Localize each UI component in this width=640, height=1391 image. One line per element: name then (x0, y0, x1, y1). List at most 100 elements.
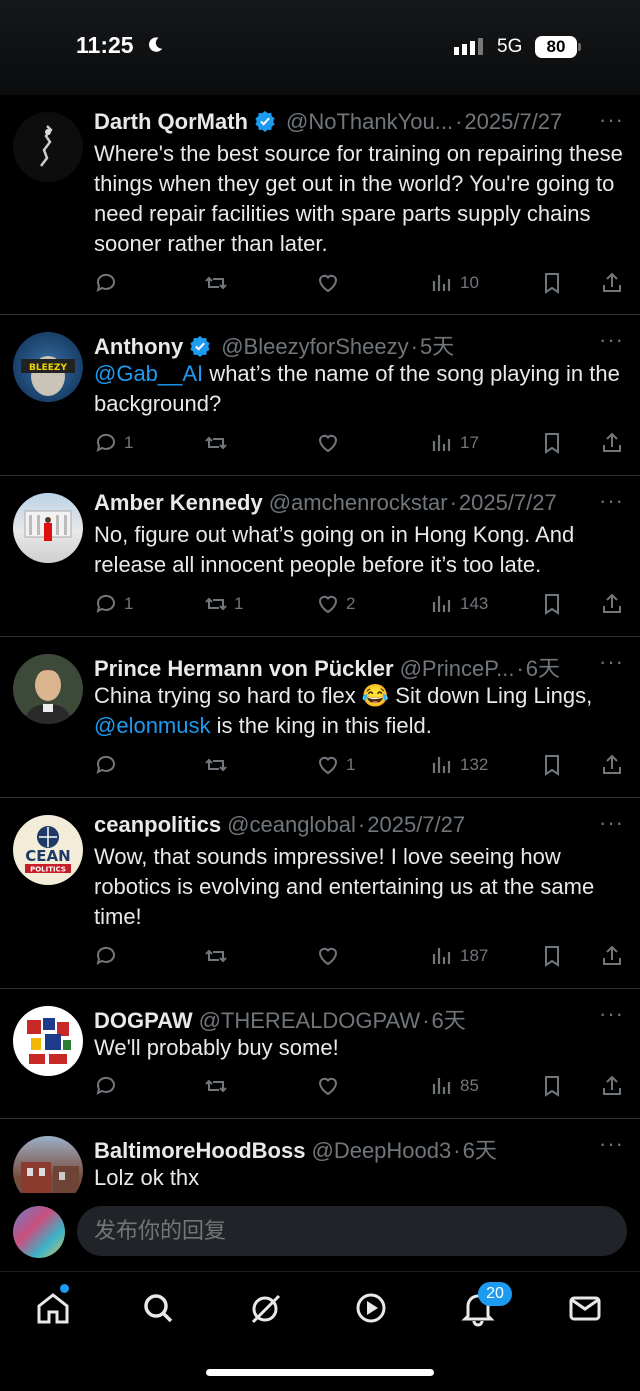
views-button[interactable]: 85 (430, 1071, 479, 1101)
timestamp[interactable]: 5天 (420, 334, 454, 359)
more-options-icon[interactable]: ··· (599, 488, 624, 514)
share-button[interactable] (600, 750, 630, 780)
more-options-icon[interactable]: ··· (599, 810, 624, 836)
avatar[interactable] (13, 1006, 83, 1076)
display-name[interactable]: Amber Kennedy (94, 490, 263, 515)
retweet-button[interactable]: 1 (204, 589, 243, 619)
views-button[interactable]: 143 (430, 589, 488, 619)
like-button[interactable]: 2 (316, 589, 355, 619)
avatar[interactable] (13, 1136, 83, 1193)
more-options-icon[interactable]: ··· (599, 649, 624, 675)
reply-input[interactable] (77, 1206, 627, 1256)
avatar[interactable] (13, 493, 83, 563)
tab-messages[interactable] (565, 1288, 605, 1328)
timestamp[interactable]: 2025/7/27 (459, 490, 557, 515)
avatar[interactable] (13, 1206, 65, 1258)
home-icon (37, 1293, 69, 1324)
handle[interactable]: @THEREALDOGPAW (199, 1008, 421, 1033)
like-button[interactable]: 1 (316, 750, 355, 780)
view-count: 85 (460, 1076, 479, 1095)
reply-button[interactable] (94, 268, 124, 298)
bookmark-button[interactable] (540, 268, 570, 298)
tweet-actions: 1 132 (94, 750, 634, 780)
more-options-icon[interactable]: ··· (599, 1131, 624, 1157)
timestamp[interactable]: 6天 (432, 1008, 466, 1033)
mention-link[interactable]: @Gab__AI (94, 361, 203, 386)
like-button[interactable] (316, 1071, 346, 1101)
bookmark-button[interactable] (540, 941, 570, 971)
retweet-button[interactable] (204, 1071, 234, 1101)
share-button[interactable] (600, 589, 630, 619)
retweet-button[interactable] (204, 428, 234, 458)
avatar[interactable]: CEAN POLITICS (13, 815, 83, 885)
tweet[interactable]: DOGPAW @THEREALDOGPAW·6天 ··· We'll probab… (0, 989, 640, 1119)
home-indicator[interactable] (206, 1369, 434, 1376)
views-button[interactable]: 17 (430, 428, 479, 458)
like-button[interactable] (316, 268, 346, 298)
share-button[interactable] (600, 428, 630, 458)
like-icon (318, 434, 338, 453)
reply-button[interactable]: 1 (94, 589, 133, 619)
bookmark-button[interactable] (540, 750, 570, 780)
views-button[interactable]: 10 (430, 268, 479, 298)
reply-button[interactable] (94, 750, 124, 780)
bookmark-button[interactable] (540, 1071, 570, 1101)
retweet-button[interactable] (204, 268, 234, 298)
mention-link[interactable]: @elonmusk (94, 713, 211, 738)
reply-feed[interactable]: Darth QorMath @NoThankYou...·2025/7/27 ··… (0, 95, 640, 1193)
display-name[interactable]: DOGPAW (94, 1008, 193, 1033)
handle[interactable]: @amchenrockstar (269, 490, 448, 515)
more-options-icon[interactable]: ··· (599, 327, 624, 353)
handle[interactable]: @NoThankYou... (286, 109, 453, 134)
text-segment: Lolz ok thx (94, 1165, 200, 1190)
tab-home[interactable] (33, 1288, 73, 1328)
more-options-icon[interactable]: ··· (599, 107, 624, 133)
handle[interactable]: @BleezyforSheezy (221, 334, 408, 359)
tweet[interactable]: BaltimoreHoodBoss @DeepHood3·6天 ··· Lolz … (0, 1119, 640, 1193)
avatar[interactable] (13, 654, 83, 724)
display-name[interactable]: Anthony (94, 334, 183, 359)
like-button[interactable] (316, 428, 346, 458)
handle[interactable]: @ceanglobal (227, 812, 356, 837)
tweet[interactable]: Darth QorMath @NoThankYou...·2025/7/27 ··… (0, 95, 640, 315)
avatar[interactable]: BLEEZY (13, 332, 83, 402)
bookmark-icon (545, 946, 559, 967)
bookmark-button[interactable] (540, 428, 570, 458)
tweet[interactable]: Amber Kennedy @amchenrockstar·2025/7/27 ·… (0, 476, 640, 637)
retweet-button[interactable] (204, 941, 234, 971)
bookmark-button[interactable] (540, 589, 570, 619)
like-button[interactable] (316, 941, 346, 971)
timestamp[interactable]: 6天 (526, 656, 560, 681)
reply-button[interactable] (94, 941, 124, 971)
handle[interactable]: @PrinceP... (400, 656, 515, 681)
reply-button[interactable] (94, 1071, 124, 1101)
tweet-actions: 1 17 (94, 428, 634, 458)
display-name[interactable]: BaltimoreHoodBoss (94, 1138, 305, 1163)
share-button[interactable] (600, 941, 630, 971)
share-button[interactable] (600, 268, 630, 298)
display-name[interactable]: Darth QorMath (94, 109, 248, 134)
text-segment: Wow, that sounds impressive! I love seei… (94, 844, 595, 929)
tweet[interactable]: CEAN POLITICS ceanpolitics @ceanglobal·202… (0, 798, 640, 989)
tab-video[interactable] (351, 1288, 391, 1328)
tweet[interactable]: Prince Hermann von Pückler @PrinceP...·6天… (0, 637, 640, 798)
retweet-button[interactable] (204, 750, 234, 780)
reply-button[interactable]: 1 (94, 428, 133, 458)
avatar[interactable] (13, 112, 83, 182)
tab-search[interactable] (138, 1288, 178, 1328)
views-button[interactable]: 132 (430, 750, 488, 780)
timestamp[interactable]: 2025/7/27 (367, 812, 465, 837)
more-options-icon[interactable]: ··· (599, 1001, 624, 1027)
tweet[interactable]: BLEEZY Anthony @BleezyforSheezy·5天 ··· @G… (0, 315, 640, 476)
share-button[interactable] (600, 1071, 630, 1101)
view-count: 10 (460, 273, 479, 292)
views-icon (432, 948, 451, 964)
timestamp[interactable]: 2025/7/27 (464, 109, 562, 134)
views-button[interactable]: 187 (430, 941, 488, 971)
timestamp[interactable]: 6天 (463, 1138, 497, 1163)
tab-grok[interactable] (245, 1288, 285, 1328)
handle[interactable]: @DeepHood3 (311, 1138, 451, 1163)
display-name[interactable]: Prince Hermann von Pückler (94, 656, 394, 681)
display-name[interactable]: ceanpolitics (94, 812, 221, 837)
verified-badge-icon (255, 110, 275, 132)
